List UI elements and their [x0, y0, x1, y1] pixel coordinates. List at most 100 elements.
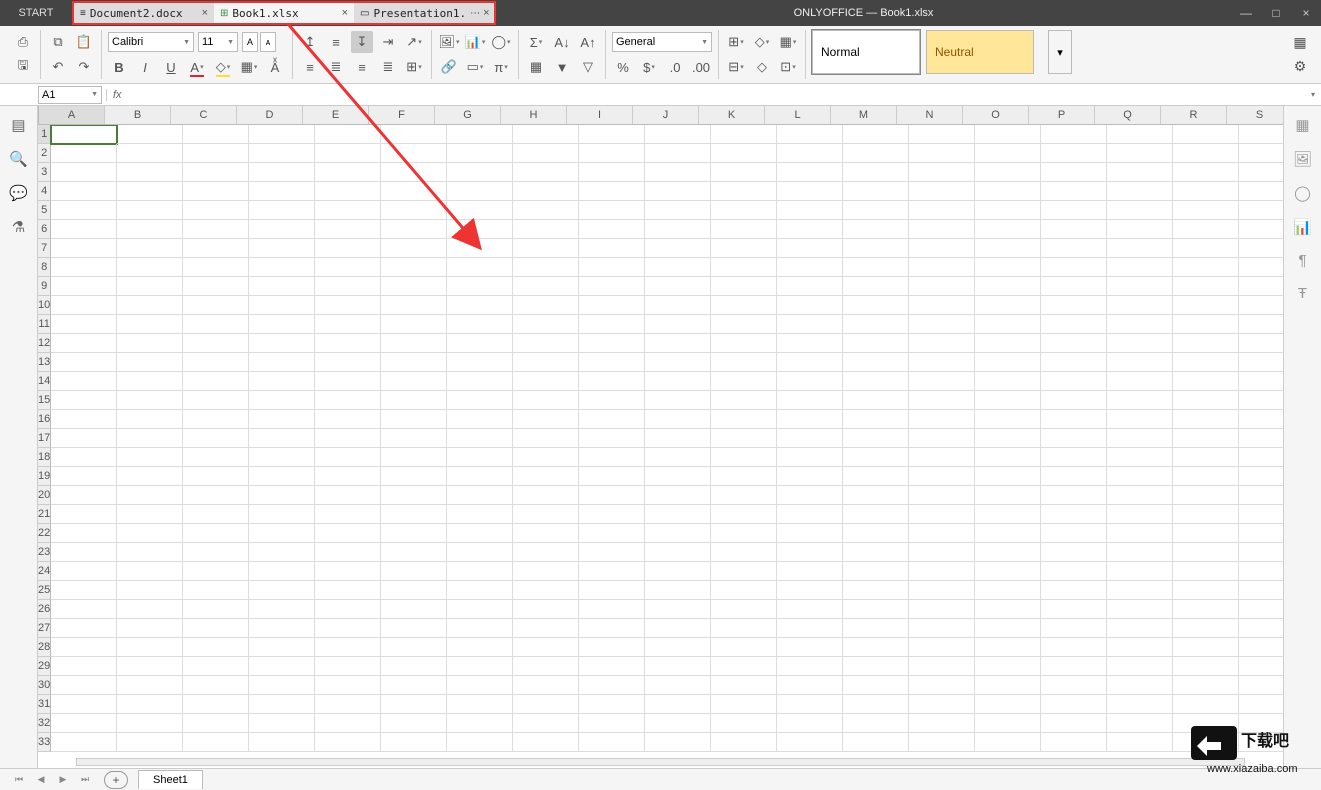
bold-button[interactable]: B	[108, 56, 130, 78]
font-color-button[interactable]: A▾	[186, 56, 208, 78]
borders-button[interactable]: ▦▾	[238, 56, 260, 78]
row-header[interactable]: 22	[38, 524, 51, 543]
cell[interactable]	[51, 372, 117, 391]
cell[interactable]	[447, 505, 513, 524]
cell[interactable]	[381, 201, 447, 220]
cell[interactable]	[51, 429, 117, 448]
cell[interactable]	[1173, 315, 1239, 334]
cell[interactable]	[381, 676, 447, 695]
cell[interactable]	[51, 695, 117, 714]
cell[interactable]	[183, 562, 249, 581]
cell[interactable]	[51, 486, 117, 505]
cell[interactable]	[1041, 657, 1107, 676]
cell[interactable]	[51, 258, 117, 277]
cell[interactable]	[645, 429, 711, 448]
cell[interactable]	[1173, 429, 1239, 448]
row-header[interactable]: 30	[38, 676, 51, 695]
cell[interactable]	[711, 486, 777, 505]
font-increase-button[interactable]: A	[242, 32, 258, 52]
cell[interactable]	[1173, 201, 1239, 220]
cell[interactable]	[513, 429, 579, 448]
cell[interactable]	[183, 733, 249, 752]
cell[interactable]	[1041, 505, 1107, 524]
cell[interactable]	[843, 239, 909, 258]
cell[interactable]	[711, 334, 777, 353]
cell[interactable]	[909, 448, 975, 467]
cell[interactable]	[1107, 391, 1173, 410]
cell[interactable]	[1041, 733, 1107, 752]
row-header[interactable]: 13	[38, 353, 51, 372]
cell[interactable]	[381, 144, 447, 163]
cell[interactable]	[1107, 524, 1173, 543]
cell[interactable]	[645, 296, 711, 315]
paste-button[interactable]: 📋	[73, 31, 95, 53]
cell[interactable]	[315, 714, 381, 733]
cell[interactable]	[777, 334, 843, 353]
cell[interactable]	[1239, 372, 1283, 391]
cell[interactable]	[645, 372, 711, 391]
cell[interactable]	[51, 144, 117, 163]
cell[interactable]	[447, 486, 513, 505]
cell[interactable]	[51, 163, 117, 182]
cell[interactable]	[909, 334, 975, 353]
cell[interactable]	[975, 695, 1041, 714]
cell[interactable]	[843, 163, 909, 182]
cell[interactable]	[645, 125, 711, 144]
cell[interactable]	[975, 676, 1041, 695]
cell[interactable]	[1107, 258, 1173, 277]
cell[interactable]	[249, 600, 315, 619]
cell[interactable]	[909, 486, 975, 505]
cell[interactable]	[579, 619, 645, 638]
cell[interactable]	[579, 239, 645, 258]
cell[interactable]	[843, 657, 909, 676]
cell[interactable]	[909, 220, 975, 239]
clear-button[interactable]: ◇▾	[751, 31, 773, 53]
cell[interactable]	[1173, 486, 1239, 505]
cell[interactable]	[513, 391, 579, 410]
named-range-button[interactable]: ◇	[751, 56, 773, 78]
cell[interactable]	[843, 315, 909, 334]
row-header[interactable]: 8	[38, 258, 51, 277]
col-header-H[interactable]: H	[501, 106, 567, 124]
cell[interactable]	[777, 296, 843, 315]
cell[interactable]	[711, 619, 777, 638]
cell[interactable]	[51, 125, 117, 144]
cell[interactable]	[315, 543, 381, 562]
insert-textart-button[interactable]: ▭▾	[464, 56, 486, 78]
cell[interactable]	[1041, 676, 1107, 695]
cell[interactable]	[249, 410, 315, 429]
cell[interactable]	[975, 657, 1041, 676]
cell[interactable]	[1239, 600, 1283, 619]
cell[interactable]	[381, 353, 447, 372]
cell[interactable]	[183, 391, 249, 410]
row-header[interactable]: 24	[38, 562, 51, 581]
cell[interactable]	[1239, 182, 1283, 201]
cell[interactable]	[711, 429, 777, 448]
cell[interactable]	[315, 353, 381, 372]
cell[interactable]	[183, 163, 249, 182]
cell[interactable]	[1107, 486, 1173, 505]
cell[interactable]	[381, 182, 447, 201]
tab-document-docx[interactable]: ≡ Document2.docx ×	[74, 3, 214, 23]
cell[interactable]	[843, 391, 909, 410]
cell[interactable]	[249, 524, 315, 543]
cell[interactable]	[117, 391, 183, 410]
cell[interactable]	[381, 543, 447, 562]
row-header[interactable]: 15	[38, 391, 51, 410]
cell[interactable]	[645, 220, 711, 239]
sum-button[interactable]: Σ▾	[525, 31, 547, 53]
cell[interactable]	[975, 448, 1041, 467]
cell[interactable]	[777, 714, 843, 733]
cell[interactable]	[183, 543, 249, 562]
row-header[interactable]: 5	[38, 201, 51, 220]
cell[interactable]	[645, 448, 711, 467]
cell[interactable]	[447, 543, 513, 562]
row-header[interactable]: 4	[38, 182, 51, 201]
cell[interactable]	[711, 220, 777, 239]
cell[interactable]	[711, 201, 777, 220]
cell[interactable]	[249, 258, 315, 277]
cell[interactable]	[777, 239, 843, 258]
col-header-C[interactable]: C	[171, 106, 237, 124]
cell[interactable]	[1239, 524, 1283, 543]
cell[interactable]	[51, 296, 117, 315]
